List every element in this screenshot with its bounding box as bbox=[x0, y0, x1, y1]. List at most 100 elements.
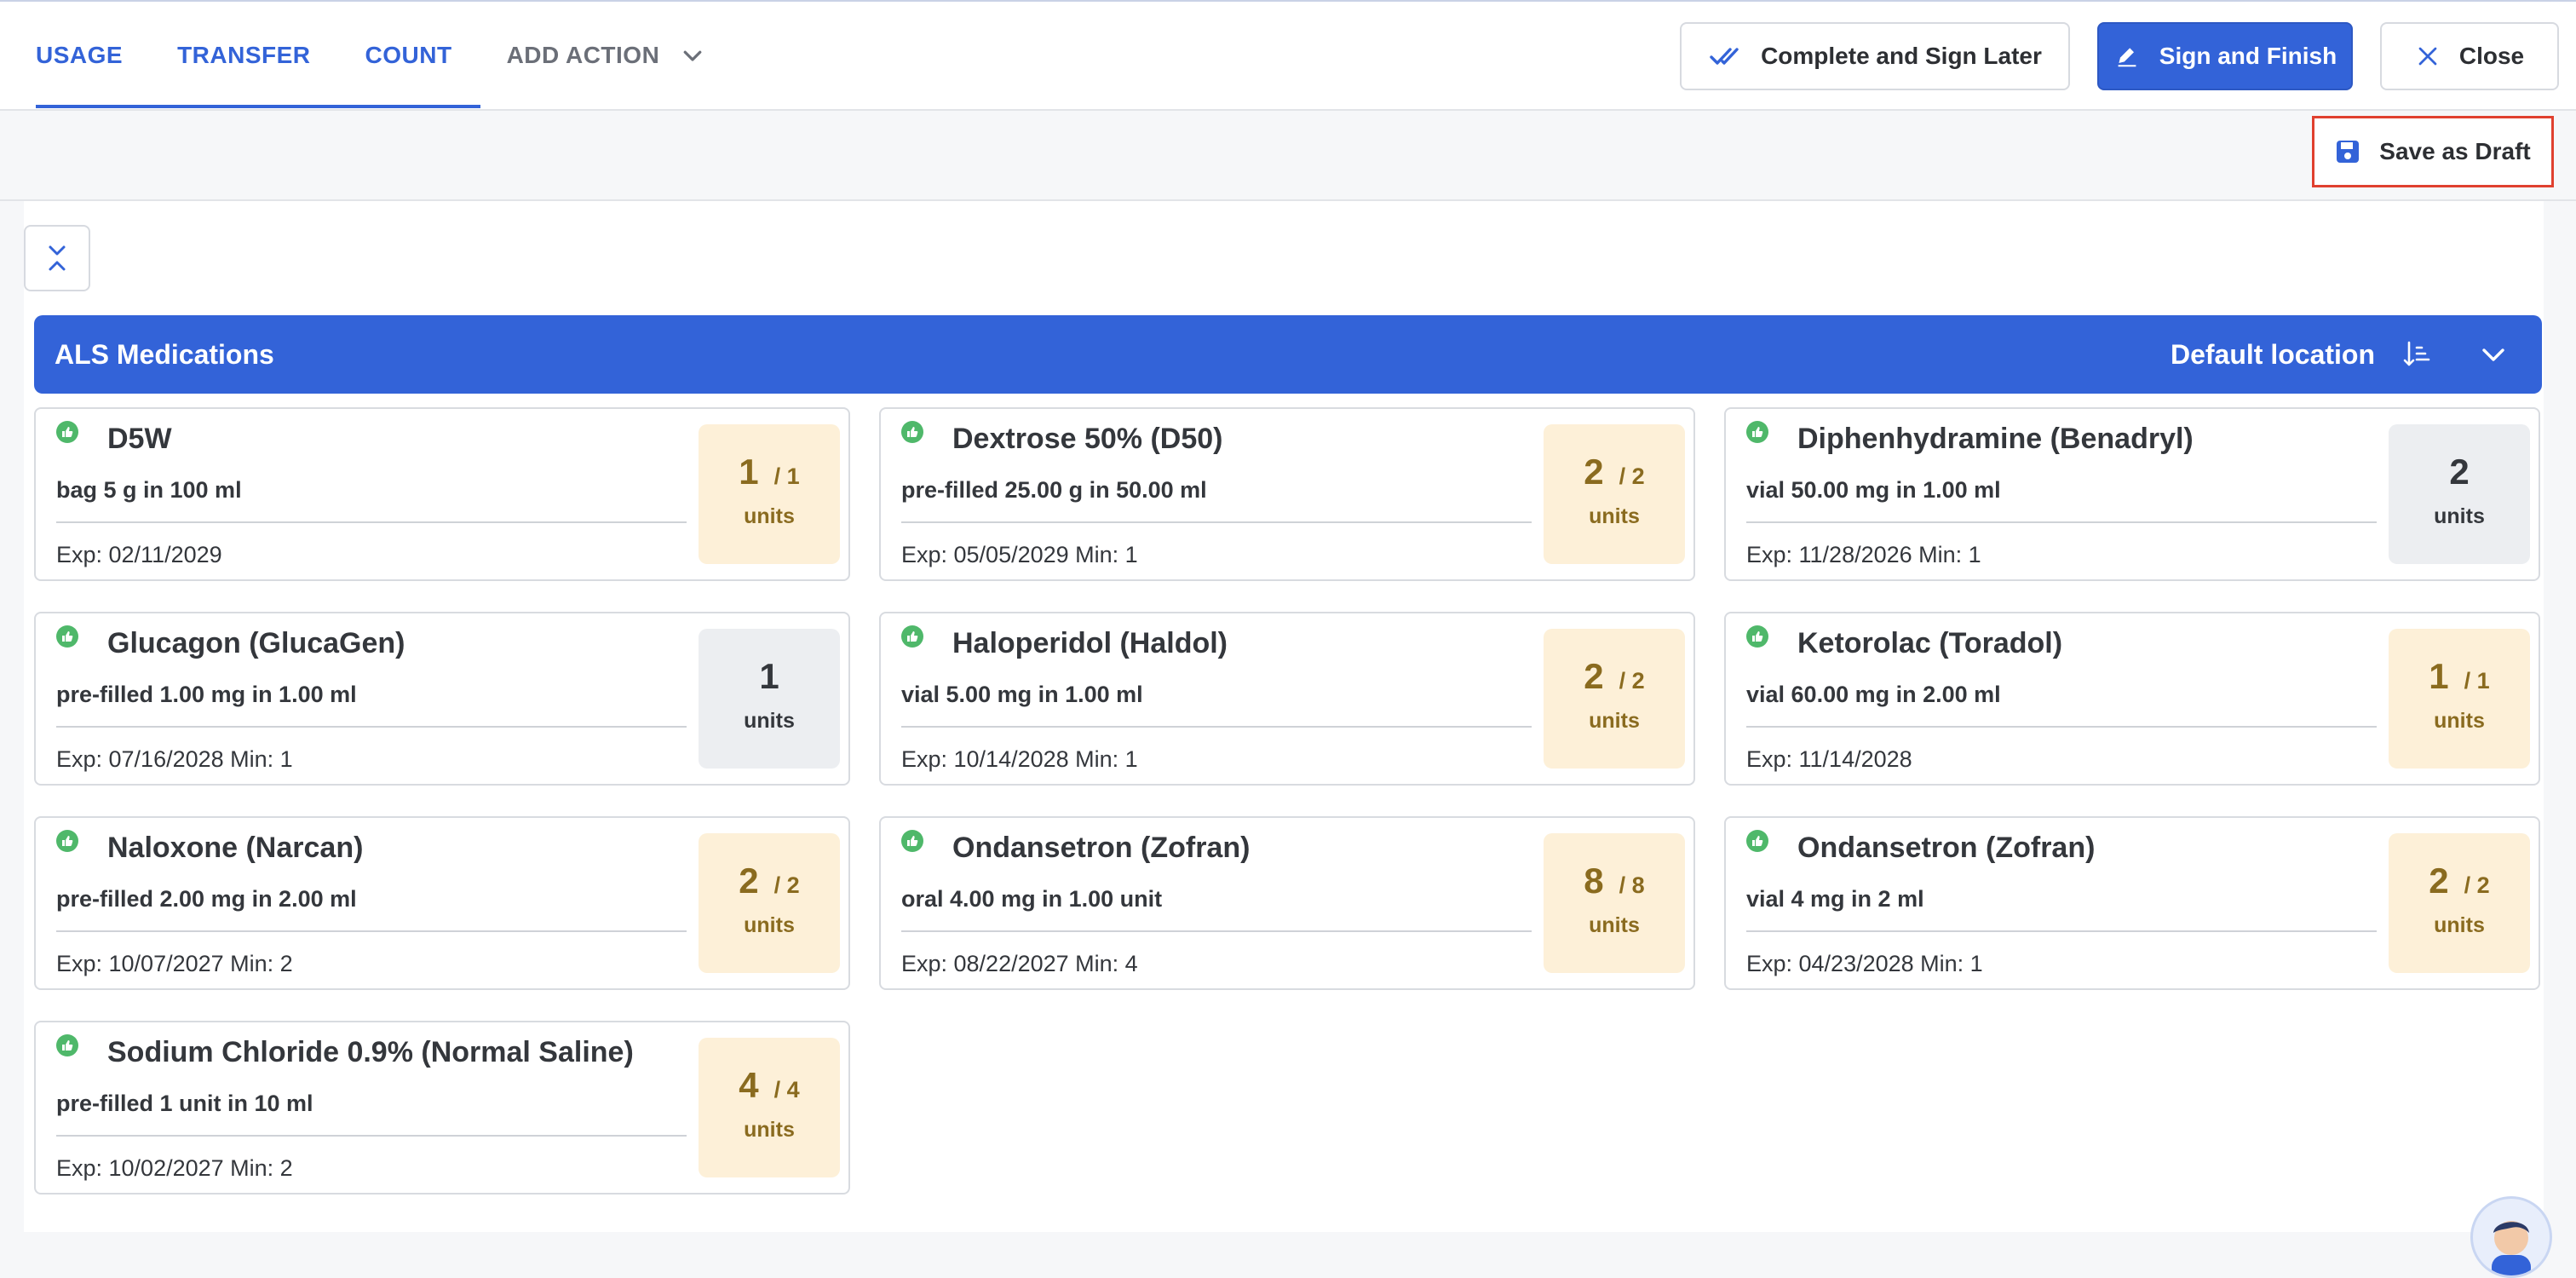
medication-card[interactable]: Haloperidol (Haldol) vial 5.00 mg in 1.00… bbox=[879, 612, 1695, 786]
medication-expiry: Exp: 04/23/2028 Min: 1 bbox=[1746, 951, 1983, 976]
quantity-units: units bbox=[1589, 913, 1640, 937]
medication-expiry: Exp: 02/11/2029 bbox=[56, 542, 222, 567]
medication-expiry: Exp: 08/22/2027 Min: 4 bbox=[901, 951, 1138, 976]
medication-card[interactable]: D5W bag 5 g in 100 ml Exp: 02/11/2029 1 / 1 u… bbox=[34, 407, 850, 581]
medication-card[interactable]: Naloxone (Narcan) pre-filled 2.00 mg in 2… bbox=[34, 816, 850, 990]
divider bbox=[1746, 726, 2377, 728]
quantity-badge: 2 / 2 units bbox=[1544, 424, 1685, 564]
quantity-value: 2 / 2 bbox=[1544, 452, 1685, 492]
medication-name: Ondansetron (Zofran) bbox=[952, 832, 1251, 864]
medication-expiry: Exp: 11/14/2028 bbox=[1746, 746, 1912, 772]
close-icon bbox=[2418, 47, 2437, 66]
medication-expiry: Exp: 10/07/2027 Min: 2 bbox=[56, 951, 293, 976]
medication-card[interactable]: Ondansetron (Zofran) vial 4 mg in 2 ml Exp… bbox=[1724, 816, 2540, 990]
medication-card[interactable]: Glucagon (GlucaGen) pre-filled 1.00 mg in… bbox=[34, 612, 850, 786]
quantity-badge: 1 / 1 units bbox=[699, 424, 840, 564]
section-location[interactable]: Default location bbox=[2171, 315, 2375, 394]
quantity-badge: 4 / 4 units bbox=[699, 1038, 840, 1177]
header: USAGE TRANSFER COUNT ADD ACTION Complete… bbox=[0, 2, 2576, 111]
quantity-units: units bbox=[2434, 504, 2485, 528]
divider bbox=[56, 1135, 687, 1137]
quantity-units: units bbox=[744, 504, 795, 528]
medication-description: bag 5 g in 100 ml bbox=[56, 477, 242, 503]
medication-card[interactable]: Diphenhydramine (Benadryl) vial 50.00 mg … bbox=[1724, 407, 2540, 581]
medication-description: vial 5.00 mg in 1.00 ml bbox=[901, 682, 1143, 707]
toolbar bbox=[0, 111, 2576, 201]
tab-count[interactable]: COUNT bbox=[365, 42, 452, 69]
quantity-badge: 1 units bbox=[699, 629, 840, 769]
medication-expiry: Exp: 05/05/2029 Min: 1 bbox=[901, 542, 1138, 567]
close-button[interactable]: Close bbox=[2380, 22, 2559, 90]
quantity-units: units bbox=[1589, 504, 1640, 528]
thumbs-up-icon bbox=[1746, 830, 1768, 852]
quantity-total: / 8 bbox=[1619, 872, 1645, 898]
medication-description: pre-filled 1.00 mg in 1.00 ml bbox=[56, 682, 357, 707]
close-label: Close bbox=[2458, 43, 2525, 69]
sign-and-finish-button[interactable]: Sign and Finish bbox=[2097, 22, 2353, 90]
save-as-draft-label: Save as Draft bbox=[2379, 138, 2531, 164]
medication-name: Ketorolac (Toradol) bbox=[1797, 627, 2063, 659]
quantity-value: 2 bbox=[2389, 452, 2530, 492]
medication-description: vial 50.00 mg in 1.00 ml bbox=[1746, 477, 2001, 503]
thumbs-up-icon bbox=[1746, 625, 1768, 648]
medication-name: D5W bbox=[107, 423, 172, 455]
quantity-total: / 2 bbox=[1619, 668, 1645, 694]
complete-sign-later-button[interactable]: Complete and Sign Later bbox=[1680, 22, 2070, 90]
divider bbox=[1746, 521, 2377, 523]
quantity-count: 2 bbox=[1584, 452, 1604, 492]
quantity-total: / 1 bbox=[2464, 668, 2490, 694]
save-as-draft-button[interactable]: Save as Draft bbox=[2312, 116, 2554, 187]
sort-icon[interactable] bbox=[2402, 339, 2433, 370]
quantity-units: units bbox=[2434, 913, 2485, 937]
tab-usage[interactable]: USAGE bbox=[36, 42, 123, 69]
thumbs-up-icon bbox=[56, 1034, 78, 1056]
thumbs-up-icon bbox=[901, 625, 923, 648]
add-action-dropdown[interactable]: ADD ACTION bbox=[507, 42, 706, 69]
quantity-value: 2 / 2 bbox=[699, 861, 840, 901]
quantity-total: / 1 bbox=[773, 463, 800, 489]
section-header-als-medications[interactable]: ALS Medications Default location bbox=[34, 315, 2542, 394]
divider bbox=[901, 930, 1532, 932]
pen-icon bbox=[2118, 48, 2136, 67]
quantity-count: 1 bbox=[2429, 656, 2449, 696]
medication-expiry: Exp: 10/14/2028 Min: 1 bbox=[901, 746, 1138, 772]
chevron-down-icon bbox=[683, 50, 702, 61]
quantity-count: 4 bbox=[739, 1065, 759, 1105]
medication-name: Naloxone (Narcan) bbox=[107, 832, 364, 864]
quantity-value: 4 / 4 bbox=[699, 1065, 840, 1106]
quantity-units: units bbox=[1589, 709, 1640, 733]
quantity-total: / 4 bbox=[773, 1077, 800, 1102]
medication-name: Glucagon (GlucaGen) bbox=[107, 627, 405, 659]
complete-sign-later-label: Complete and Sign Later bbox=[1761, 43, 2042, 69]
quantity-value: 1 / 1 bbox=[699, 452, 840, 492]
medication-description: vial 60.00 mg in 2.00 ml bbox=[1746, 682, 2001, 707]
medication-description: pre-filled 1 unit in 10 ml bbox=[56, 1091, 313, 1116]
divider bbox=[901, 521, 1532, 523]
thumbs-up-icon bbox=[56, 421, 78, 443]
chevron-down-icon[interactable] bbox=[2479, 341, 2508, 370]
assistant-avatar[interactable] bbox=[2470, 1196, 2552, 1278]
quantity-units: units bbox=[744, 1118, 795, 1142]
medication-name: Haloperidol (Haldol) bbox=[952, 627, 1228, 659]
medication-card[interactable]: Ondansetron (Zofran) oral 4.00 mg in 1.00… bbox=[879, 816, 1695, 990]
medication-card[interactable]: Sodium Chloride 0.9% (Normal Saline) pre-… bbox=[34, 1021, 850, 1195]
quantity-total: / 2 bbox=[773, 872, 800, 898]
collapse-all-button[interactable] bbox=[24, 225, 90, 291]
quantity-count: 2 bbox=[2449, 452, 2470, 492]
quantity-badge: 2 units bbox=[2389, 424, 2530, 564]
medication-expiry: Exp: 10/02/2027 Min: 2 bbox=[56, 1155, 293, 1181]
medication-description: vial 4 mg in 2 ml bbox=[1746, 886, 1924, 912]
medication-name: Sodium Chloride 0.9% (Normal Saline) bbox=[107, 1036, 634, 1068]
divider bbox=[56, 930, 687, 932]
medication-description: oral 4.00 mg in 1.00 unit bbox=[901, 886, 1163, 912]
medication-card[interactable]: Ketorolac (Toradol) vial 60.00 mg in 2.00… bbox=[1724, 612, 2540, 786]
medication-description: pre-filled 25.00 g in 50.00 ml bbox=[901, 477, 1207, 503]
divider bbox=[1746, 930, 2377, 932]
quantity-total: / 2 bbox=[1619, 463, 1645, 489]
quantity-units: units bbox=[2434, 709, 2485, 733]
medication-expiry: Exp: 11/28/2026 Min: 1 bbox=[1746, 542, 1981, 567]
tab-transfer[interactable]: TRANSFER bbox=[177, 42, 310, 69]
quantity-count: 8 bbox=[1584, 861, 1604, 901]
quantity-value: 2 / 2 bbox=[1544, 656, 1685, 697]
medication-card[interactable]: Dextrose 50% (D50) pre-filled 25.00 g in … bbox=[879, 407, 1695, 581]
